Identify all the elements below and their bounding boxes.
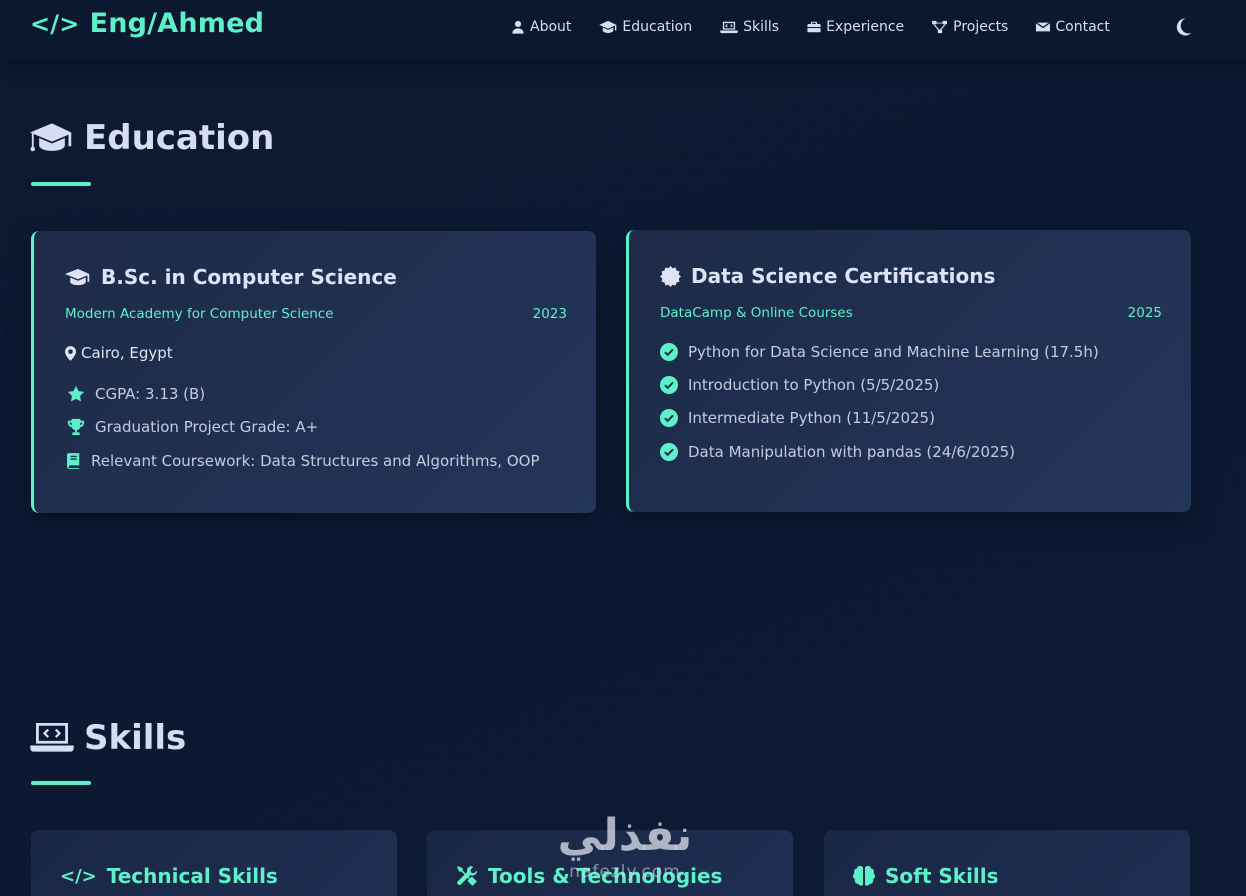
- degree-location: Cairo, Egypt: [65, 344, 173, 362]
- trophy-icon: [67, 418, 85, 436]
- nav-projects[interactable]: Projects: [932, 19, 1008, 35]
- degree-card-title: B.Sc. in Computer Science: [65, 265, 397, 289]
- nav-experience-label: Experience: [826, 19, 905, 35]
- nav-contact[interactable]: Contact: [1036, 19, 1110, 35]
- degree-institution: Modern Academy for Computer Science: [65, 306, 334, 322]
- degree-detail-item: Graduation Project Grade: A+: [67, 418, 318, 436]
- certifications-card-title: Data Science Certifications: [660, 264, 995, 288]
- nav-education-label: Education: [622, 19, 693, 35]
- certifications-card: Data Science Certifications DataCamp & O…: [626, 230, 1191, 512]
- certification-item: Python for Data Science and Machine Lear…: [660, 343, 1099, 361]
- nav-education[interactable]: Education: [599, 19, 692, 35]
- book-icon: [67, 453, 80, 469]
- skills-title-underline: [31, 781, 91, 785]
- certification-text: Introduction to Python (5/5/2025): [688, 376, 940, 394]
- education-title-text: Education: [84, 118, 275, 158]
- skills-title-text: Skills: [84, 718, 187, 758]
- degree-detail-item: CGPA: 3.13 (B): [67, 385, 205, 403]
- degree-detail-text: CGPA: 3.13 (B): [95, 385, 206, 403]
- graduation-cap-icon: [599, 20, 617, 33]
- nav-about-label: About: [530, 19, 572, 35]
- technical-skills-card: </> Technical Skills: [31, 830, 397, 896]
- check-circle-icon: [660, 443, 678, 461]
- laptop-code-icon: [30, 722, 74, 752]
- project-diagram-icon: [932, 20, 948, 34]
- user-icon: [512, 20, 524, 34]
- brand-name: Eng/Ahmed: [89, 8, 265, 39]
- certification-text: Data Manipulation with pandas (24/6/2025…: [688, 443, 1016, 461]
- certifications-year: 2025: [1127, 305, 1162, 321]
- code-icon: </>: [60, 865, 97, 887]
- envelope-icon: [1036, 22, 1051, 32]
- nav-experience[interactable]: Experience: [807, 19, 904, 35]
- degree-year: 2023: [532, 306, 567, 322]
- technical-skills-title-text: Technical Skills: [106, 864, 278, 888]
- tools-card: Tools & Technologies: [427, 830, 793, 896]
- navbar: </> Eng/Ahmed About Education Skills Exp…: [0, 0, 1246, 60]
- laptop-code-icon: [720, 21, 738, 34]
- degree-card: B.Sc. in Computer Science Modern Academy…: [31, 231, 596, 513]
- code-icon: </>: [30, 9, 80, 38]
- degree-title-text: B.Sc. in Computer Science: [101, 265, 397, 289]
- brand-logo[interactable]: </> Eng/Ahmed: [30, 8, 264, 39]
- graduation-cap-icon: [30, 123, 72, 152]
- nav-contact-label: Contact: [1055, 19, 1110, 35]
- main-nav: About Education Skills Experience Projec…: [511, 19, 1110, 35]
- certification-item: Intermediate Python (11/5/2025): [660, 409, 935, 427]
- degree-detail-text: Relevant Coursework: Data Structures and…: [91, 452, 540, 470]
- certification-item: Introduction to Python (5/5/2025): [660, 376, 939, 394]
- certifications-provider: DataCamp & Online Courses: [660, 305, 853, 321]
- certificate-icon: [660, 265, 681, 287]
- theme-toggle-button[interactable]: [1173, 17, 1195, 39]
- brain-icon: [853, 866, 875, 886]
- certification-text: Intermediate Python (11/5/2025): [688, 409, 935, 427]
- skills-section-title: Skills: [30, 718, 186, 758]
- soft-skills-title: Soft Skills: [853, 864, 999, 888]
- soft-skills-card: Soft Skills: [824, 830, 1190, 896]
- check-circle-icon: [660, 376, 678, 394]
- degree-location-text: Cairo, Egypt: [81, 344, 173, 362]
- nav-skills-label: Skills: [743, 19, 780, 35]
- tools-title-text: Tools & Technologies: [488, 864, 723, 888]
- star-icon: [67, 385, 85, 402]
- nav-skills[interactable]: Skills: [720, 19, 779, 35]
- map-marker-icon: [65, 345, 76, 361]
- technical-skills-title: </> Technical Skills: [60, 864, 278, 888]
- certifications-title-text: Data Science Certifications: [691, 264, 996, 288]
- certification-item: Data Manipulation with pandas (24/6/2025…: [660, 443, 1015, 461]
- education-section-title: Education: [30, 118, 274, 158]
- check-circle-icon: [660, 409, 678, 427]
- degree-detail-item: Relevant Coursework: Data Structures and…: [67, 452, 540, 470]
- briefcase-icon: [807, 21, 821, 33]
- education-title-underline: [31, 182, 91, 186]
- moon-icon: [1176, 18, 1192, 36]
- nav-about[interactable]: About: [511, 19, 571, 35]
- nav-projects-label: Projects: [953, 19, 1009, 35]
- check-circle-icon: [660, 343, 678, 361]
- graduation-cap-icon: [65, 268, 90, 285]
- degree-detail-text: Graduation Project Grade: A+: [95, 418, 319, 436]
- soft-skills-title-text: Soft Skills: [885, 864, 999, 888]
- certification-text: Python for Data Science and Machine Lear…: [688, 343, 1099, 361]
- tools-title: Tools & Technologies: [456, 864, 722, 888]
- tools-icon: [457, 866, 477, 886]
